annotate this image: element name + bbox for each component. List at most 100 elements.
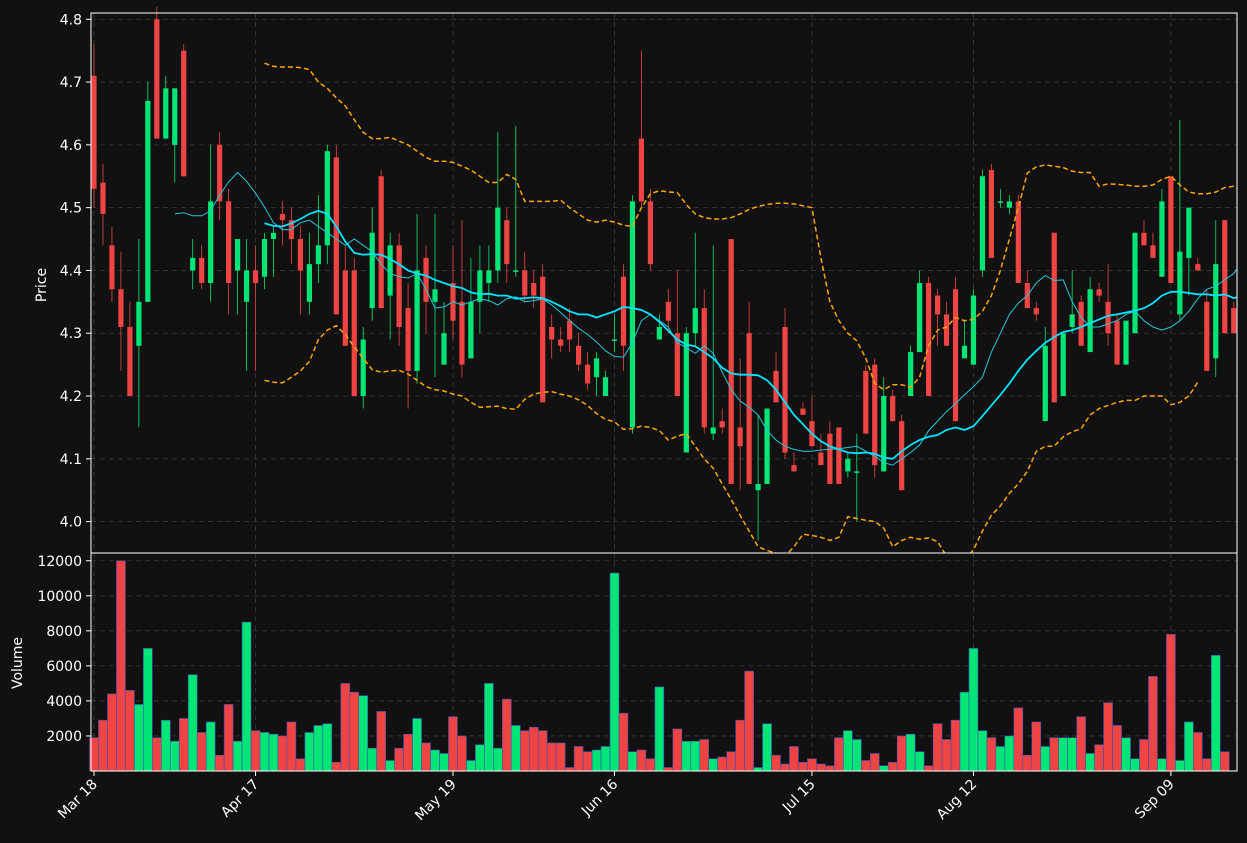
price-tick-label: 4.2 bbox=[60, 389, 82, 405]
volume-bar-up bbox=[268, 733, 279, 772]
volume-bar-down bbox=[1022, 754, 1033, 772]
candlestick-chart: 4.0 4.1 4.2 4.3 4.4 4.5 4.6 4.7 4.8 2000 4000 6000 8… bbox=[0, 0, 1247, 843]
candle-up bbox=[656, 326, 662, 340]
candle-up bbox=[387, 245, 393, 296]
candle-up bbox=[468, 301, 474, 359]
volume-bar-up bbox=[1058, 737, 1068, 772]
candle-up bbox=[961, 345, 968, 359]
volume-bar-up bbox=[914, 751, 925, 772]
candle-down bbox=[522, 270, 528, 296]
volume-bar-up bbox=[475, 744, 485, 772]
candle-down bbox=[899, 421, 905, 491]
volume-bar-down bbox=[196, 732, 207, 772]
candle-down bbox=[504, 220, 510, 265]
candle-up bbox=[854, 471, 860, 473]
volume-bar-up bbox=[510, 725, 521, 772]
volume-bar-down bbox=[331, 761, 342, 772]
volume-bar-up bbox=[143, 648, 153, 772]
volume-bar-up bbox=[600, 746, 611, 772]
volume-bar-down bbox=[816, 763, 826, 772]
volume-bar-down bbox=[887, 761, 898, 772]
candle-up bbox=[495, 207, 501, 271]
candle-up bbox=[441, 333, 447, 365]
candle-up bbox=[234, 239, 241, 271]
volume-bar-down bbox=[1148, 676, 1158, 772]
candle-up bbox=[764, 408, 770, 484]
volume-bar-down bbox=[950, 719, 961, 772]
candle-up bbox=[997, 201, 1003, 203]
candle-down bbox=[154, 19, 160, 139]
candle-up bbox=[208, 201, 214, 283]
volume-bar-down bbox=[1049, 737, 1060, 772]
volume-bar-up bbox=[205, 721, 216, 772]
volume-bar-up bbox=[484, 683, 494, 772]
volume-tick-label: 6000 bbox=[46, 659, 82, 675]
volume-bar-down bbox=[349, 691, 360, 772]
candle-down bbox=[567, 320, 573, 340]
volume-bar-up bbox=[905, 733, 916, 772]
candle-down bbox=[459, 301, 465, 365]
candle-down bbox=[988, 169, 995, 258]
candle-down bbox=[737, 427, 743, 447]
volume-bar-down bbox=[618, 712, 629, 772]
volume-bar-down bbox=[573, 746, 584, 772]
volume-bar-down bbox=[250, 730, 261, 772]
volume-bar-down bbox=[986, 737, 997, 772]
volume-bar-up bbox=[313, 725, 324, 772]
volume-bar-up bbox=[1175, 760, 1185, 772]
candle-down bbox=[396, 245, 402, 327]
volume-bar-up bbox=[690, 740, 701, 772]
candle-down bbox=[378, 176, 384, 309]
candle-up bbox=[1042, 345, 1048, 422]
volume-tick-label: 10000 bbox=[37, 589, 82, 605]
volume-bar-down bbox=[834, 737, 844, 772]
candle-down bbox=[701, 308, 707, 428]
volume-bar-down bbox=[152, 737, 162, 772]
candle-up bbox=[136, 301, 142, 346]
volume-bar-up bbox=[358, 695, 369, 772]
volume-bar-down bbox=[214, 754, 225, 772]
candle-down bbox=[1051, 232, 1057, 403]
volume-bar-up bbox=[1040, 746, 1051, 772]
volume-bar-up bbox=[1157, 758, 1167, 772]
candle-up bbox=[163, 88, 169, 139]
candle-down bbox=[719, 421, 725, 428]
volume-bar-down bbox=[636, 749, 647, 772]
volume-bar-down bbox=[735, 719, 745, 772]
candle-up bbox=[917, 283, 923, 353]
volume-bar-up bbox=[169, 740, 180, 772]
volume-bar-up bbox=[385, 760, 395, 772]
volume-tick-label: 2000 bbox=[46, 729, 82, 745]
volume-bar-up bbox=[762, 723, 772, 772]
volume-bar-up bbox=[1210, 655, 1221, 772]
volume-bar-up bbox=[878, 765, 889, 772]
price-tick-label: 4.3 bbox=[60, 326, 82, 342]
volume-bar-up bbox=[753, 767, 763, 772]
volume-bar-down bbox=[726, 751, 736, 772]
volume-bar-up bbox=[161, 719, 171, 772]
candle-up bbox=[1087, 289, 1093, 353]
volume-bar-down bbox=[546, 742, 557, 772]
volume-bar-down bbox=[896, 735, 907, 772]
volume-bar-down bbox=[869, 753, 880, 772]
candle-down bbox=[647, 201, 654, 265]
price-tick-label: 4.4 bbox=[60, 263, 82, 279]
volume-tick-label: 8000 bbox=[46, 624, 82, 640]
volume-bar-down bbox=[798, 761, 808, 772]
volume-bar-up bbox=[241, 621, 252, 772]
candle-up bbox=[477, 270, 483, 302]
candle-up bbox=[243, 270, 250, 302]
candle-up bbox=[1006, 201, 1012, 208]
volume-bar-down bbox=[717, 756, 727, 772]
volume-bar-down bbox=[340, 683, 351, 772]
candle-down bbox=[943, 314, 950, 346]
candle-up bbox=[970, 295, 977, 365]
volume-bar-down bbox=[1202, 758, 1212, 772]
candle-up bbox=[1159, 201, 1165, 277]
volume-bar-down bbox=[448, 716, 458, 772]
candle-down bbox=[549, 326, 555, 340]
volume-bar-down bbox=[519, 730, 530, 772]
volume-bar-up bbox=[681, 740, 692, 772]
volume-bar-up bbox=[1121, 737, 1131, 772]
volume-bar-up bbox=[995, 746, 1006, 772]
